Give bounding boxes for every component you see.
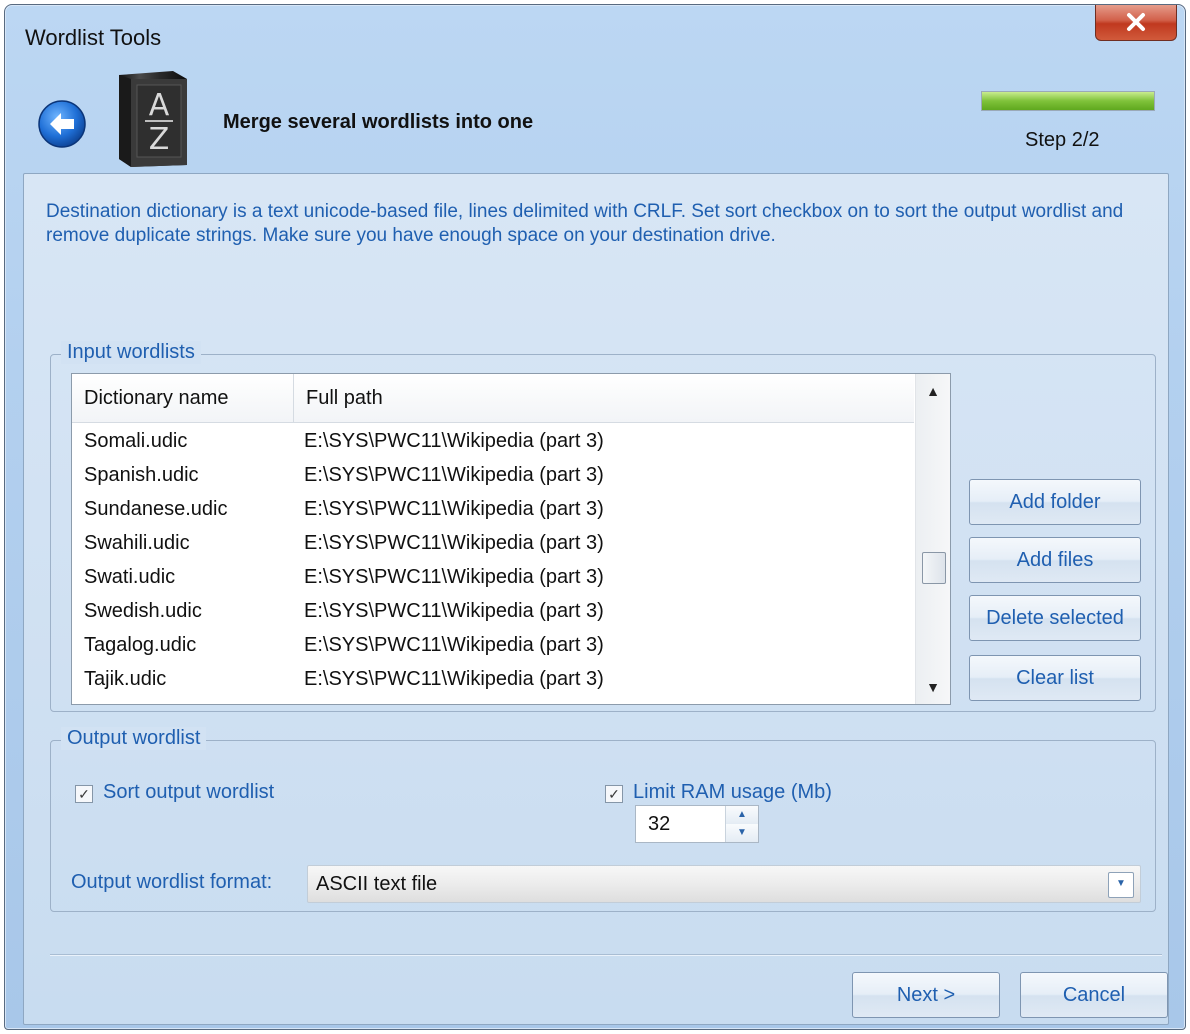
column-header-dictionary-name[interactable]: Dictionary name — [72, 374, 294, 422]
input-wordlists-group: Input wordlists Dictionary name Full pat… — [50, 341, 1156, 712]
sort-output-checkbox[interactable]: ✓ — [75, 785, 93, 803]
dictionary-name-cell: Tagalog.udic — [84, 634, 197, 656]
listview-scrollbar[interactable]: ▲ ▼ — [915, 374, 950, 704]
step-label: Step 2/2 — [1025, 129, 1100, 151]
output-format-label: Output wordlist format: — [71, 871, 273, 893]
limit-ram-checkbox[interactable]: ✓ — [605, 785, 623, 803]
dictionary-name-cell: Swedish.udic — [84, 600, 202, 622]
scroll-up-icon[interactable]: ▲ — [916, 374, 950, 408]
checkmark-icon: ✓ — [608, 786, 620, 802]
listview-header: Dictionary name Full path — [72, 374, 914, 423]
full-path-cell: E:\SYS\PWC11\Wikipedia (part 3) — [304, 498, 604, 520]
listview-rows: Somali.udic E:\SYS\PWC11\Wikipedia (part … — [72, 424, 914, 696]
sort-output-label[interactable]: Sort output wordlist — [103, 781, 274, 804]
description-text: Destination dictionary is a text unicode… — [46, 201, 1124, 246]
full-path-cell: E:\SYS\PWC11\Wikipedia (part 3) — [304, 600, 604, 622]
full-path-cell: E:\SYS\PWC11\Wikipedia (part 3) — [304, 430, 604, 452]
table-row[interactable]: Sundanese.udic E:\SYS\PWC11\Wikipedia (pa… — [72, 492, 914, 526]
scroll-down-icon[interactable]: ▼ — [916, 670, 950, 704]
delete-selected-button[interactable]: Delete selected — [969, 595, 1141, 641]
full-path-cell: E:\SYS\PWC11\Wikipedia (part 3) — [304, 668, 604, 690]
table-row[interactable]: Spanish.udic E:\SYS\PWC11\Wikipedia (part… — [72, 458, 914, 492]
spin-down-icon[interactable]: ▼ — [726, 824, 758, 842]
progress-fill — [982, 92, 1154, 110]
back-arrow-icon — [38, 100, 86, 148]
ram-usage-spinner[interactable]: 32 ▲ ▼ — [635, 805, 759, 843]
next-button[interactable]: Next > — [852, 972, 1000, 1018]
column-header-full-path[interactable]: Full path — [294, 374, 914, 422]
page-title: Merge several wordlists into one — [223, 111, 534, 133]
close-icon — [1127, 13, 1145, 31]
table-row[interactable]: Swahili.udic E:\SYS\PWC11\Wikipedia (part… — [72, 526, 914, 560]
svg-text:A: A — [149, 88, 170, 123]
full-path-cell: E:\SYS\PWC11\Wikipedia (part 3) — [304, 532, 604, 554]
checkmark-icon: ✓ — [78, 786, 90, 802]
cancel-button[interactable]: Cancel — [1020, 972, 1168, 1018]
full-path-cell: E:\SYS\PWC11\Wikipedia (part 3) — [304, 634, 604, 656]
close-button[interactable] — [1095, 5, 1177, 41]
table-row[interactable]: Swedish.udic E:\SYS\PWC11\Wikipedia (part… — [72, 594, 914, 628]
dictionary-name-cell: Somali.udic — [84, 430, 188, 452]
output-wordlist-legend: Output wordlist — [61, 727, 207, 750]
table-row[interactable]: Swati.udic E:\SYS\PWC11\Wikipedia (part 3… — [72, 560, 914, 594]
wordlist-listview[interactable]: Dictionary name Full path Somali.udic E:\… — [71, 373, 951, 705]
dictionary-name-cell: Spanish.udic — [84, 464, 199, 486]
svg-text:Z: Z — [149, 122, 170, 157]
chevron-down-icon[interactable]: ▼ — [1108, 872, 1134, 898]
dictionary-name-cell: Sundanese.udic — [84, 498, 228, 520]
input-wordlists-legend: Input wordlists — [61, 341, 201, 364]
clear-list-button[interactable]: Clear list — [969, 655, 1141, 701]
add-files-button[interactable]: Add files — [969, 537, 1141, 583]
content-panel: Destination dictionary is a text unicode… — [23, 173, 1169, 1025]
limit-ram-label[interactable]: Limit RAM usage (Mb) — [633, 781, 832, 804]
wordlist-tools-window: Wordlist Tools A Z Merge several wordlis… — [4, 4, 1186, 1030]
dictionary-name-cell: Swahili.udic — [84, 532, 190, 554]
output-format-select[interactable]: ASCII text file ▼ — [307, 865, 1141, 903]
window-title: Wordlist Tools — [25, 25, 162, 50]
back-button[interactable] — [37, 99, 87, 149]
output-wordlist-group: Output wordlist ✓ Sort output wordlist ✓… — [50, 727, 1156, 912]
step-progress-bar — [981, 91, 1155, 111]
table-row[interactable]: Somali.udic E:\SYS\PWC11\Wikipedia (part … — [72, 424, 914, 458]
scrollbar-thumb[interactable] — [922, 552, 946, 584]
spin-up-icon[interactable]: ▲ — [726, 806, 758, 824]
spinner-buttons: ▲ ▼ — [725, 806, 758, 842]
add-folder-button[interactable]: Add folder — [969, 479, 1141, 525]
full-path-cell: E:\SYS\PWC11\Wikipedia (part 3) — [304, 566, 604, 588]
table-row[interactable]: Tajik.udic E:\SYS\PWC11\Wikipedia (part 3… — [72, 662, 914, 696]
output-format-value: ASCII text file — [316, 873, 438, 895]
full-path-cell: E:\SYS\PWC11\Wikipedia (part 3) — [304, 464, 604, 486]
book-az-icon: A Z — [111, 69, 193, 169]
dictionary-name-cell: Tajik.udic — [84, 668, 167, 690]
footer-separator — [50, 954, 1162, 956]
ram-usage-value[interactable]: 32 — [648, 806, 670, 842]
table-row[interactable]: Tagalog.udic E:\SYS\PWC11\Wikipedia (part… — [72, 628, 914, 662]
next-button-label: Next > — [896, 984, 956, 1006]
dictionary-name-cell: Swati.udic — [84, 566, 176, 588]
